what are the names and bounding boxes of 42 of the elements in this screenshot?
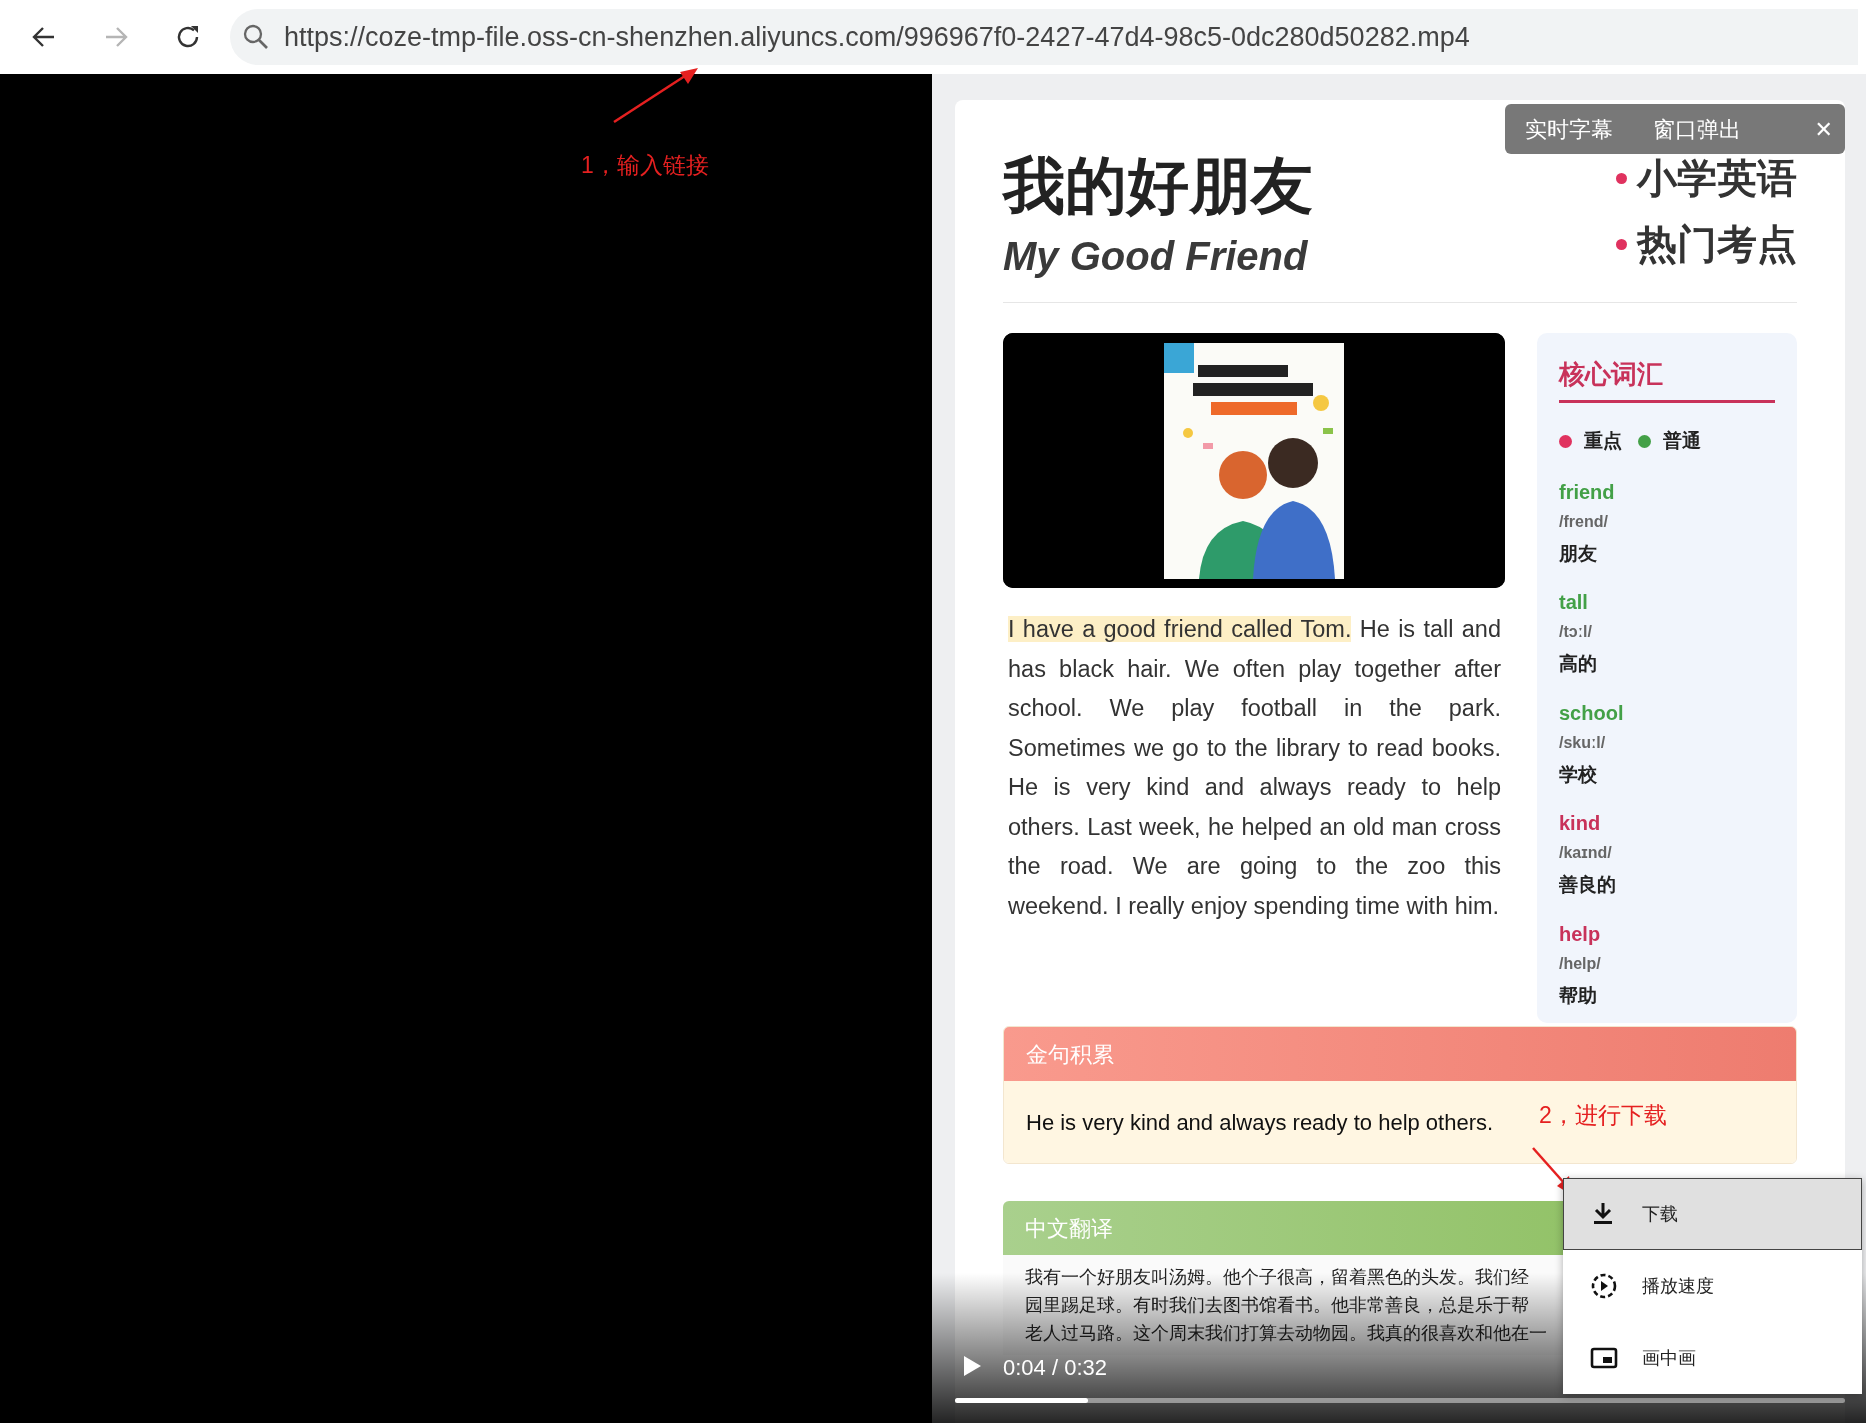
menu-item[interactable]: 下载 <box>1563 1178 1862 1250</box>
close-button[interactable]: ✕ <box>1802 112 1845 146</box>
story-paragraph: I have a good friend called Tom. He is tall and has black hair. We often play together after school. We play football in the park. Sometimes we go to the library to read books. He is very kind and always ready to help others. Last week, he helped an old man cross the road. We are going to the zoo this weekend. I really enjoy spending time with him. <box>1008 615 1501 921</box>
bullet-dot <box>1616 238 1627 250</box>
menu-item[interactable]: 画中画 <box>1563 1322 1862 1394</box>
progress-track[interactable] <box>955 1398 1845 1403</box>
meaning-text: 帮助 <box>1559 983 1598 1008</box>
phonetic-text: /skuːl/ <box>1559 732 1607 753</box>
phonetic-text: /kaɪnd/ <box>1559 843 1613 864</box>
page-title: 我的好朋友 <box>1003 152 1313 221</box>
toolbar-button[interactable]: 窗口弹出 <box>1633 112 1761 146</box>
translation-line: 我有一个好朋友叫汤姆。他个子很高，留着黑色的头发。我们经 <box>1025 1266 1529 1290</box>
address-bar[interactable]: https://coze-tmp-file.oss-cn-shenzhen.aliyuncs.com/996967f0-2427-47d4-98c5-0dc280d50282.mp4 <box>230 9 1858 65</box>
vocab-word: school <box>1559 700 1625 725</box>
legend-label: 普通 <box>1663 429 1701 454</box>
annotation-text: 2，进行下载 <box>1539 1101 1667 1130</box>
tag-text: 小学英语 <box>1637 156 1797 200</box>
menu-item[interactable]: 播放速度 <box>1563 1250 1862 1322</box>
vocab-word: kind <box>1559 811 1602 836</box>
legend-label: 重点 <box>1584 429 1622 454</box>
meaning-text: 学校 <box>1559 762 1598 787</box>
playback-speed-icon <box>1590 1272 1618 1300</box>
phonetic-text: /frend/ <box>1559 511 1609 532</box>
translation-line: 园里踢足球。有时我们去图书馆看书。他非常善良，总是乐于帮 <box>1025 1294 1529 1318</box>
annotation-text: 1，输入链接 <box>581 151 709 180</box>
meaning-text: 善良的 <box>1559 873 1617 898</box>
page-subtitle: My Good Friend <box>1003 234 1309 279</box>
vocab-word: tall <box>1559 590 1589 615</box>
bullet-dot <box>1616 172 1627 184</box>
time-text: 0:04 / 0:32 <box>1003 1354 1107 1382</box>
vocab-title: 核心词汇 <box>1559 355 1775 404</box>
translation-line: 老人过马路。这个周末我们打算去动物园。我真的很喜欢和他在一 <box>1025 1322 1547 1346</box>
section-header: 金句积累 <box>1004 1027 1796 1082</box>
tag-text: 热门考点 <box>1637 222 1797 266</box>
phonetic-text: /tɔːl/ <box>1559 622 1593 643</box>
vocab-word: help <box>1559 921 1602 946</box>
toolbar-button[interactable]: 实时字幕 <box>1505 112 1633 146</box>
search-icon <box>242 23 270 51</box>
phonetic-text: /help/ <box>1559 953 1602 974</box>
meaning-text: 朋友 <box>1559 541 1598 566</box>
vocab-word: friend <box>1559 479 1616 504</box>
meaning-text: 高的 <box>1559 652 1598 677</box>
